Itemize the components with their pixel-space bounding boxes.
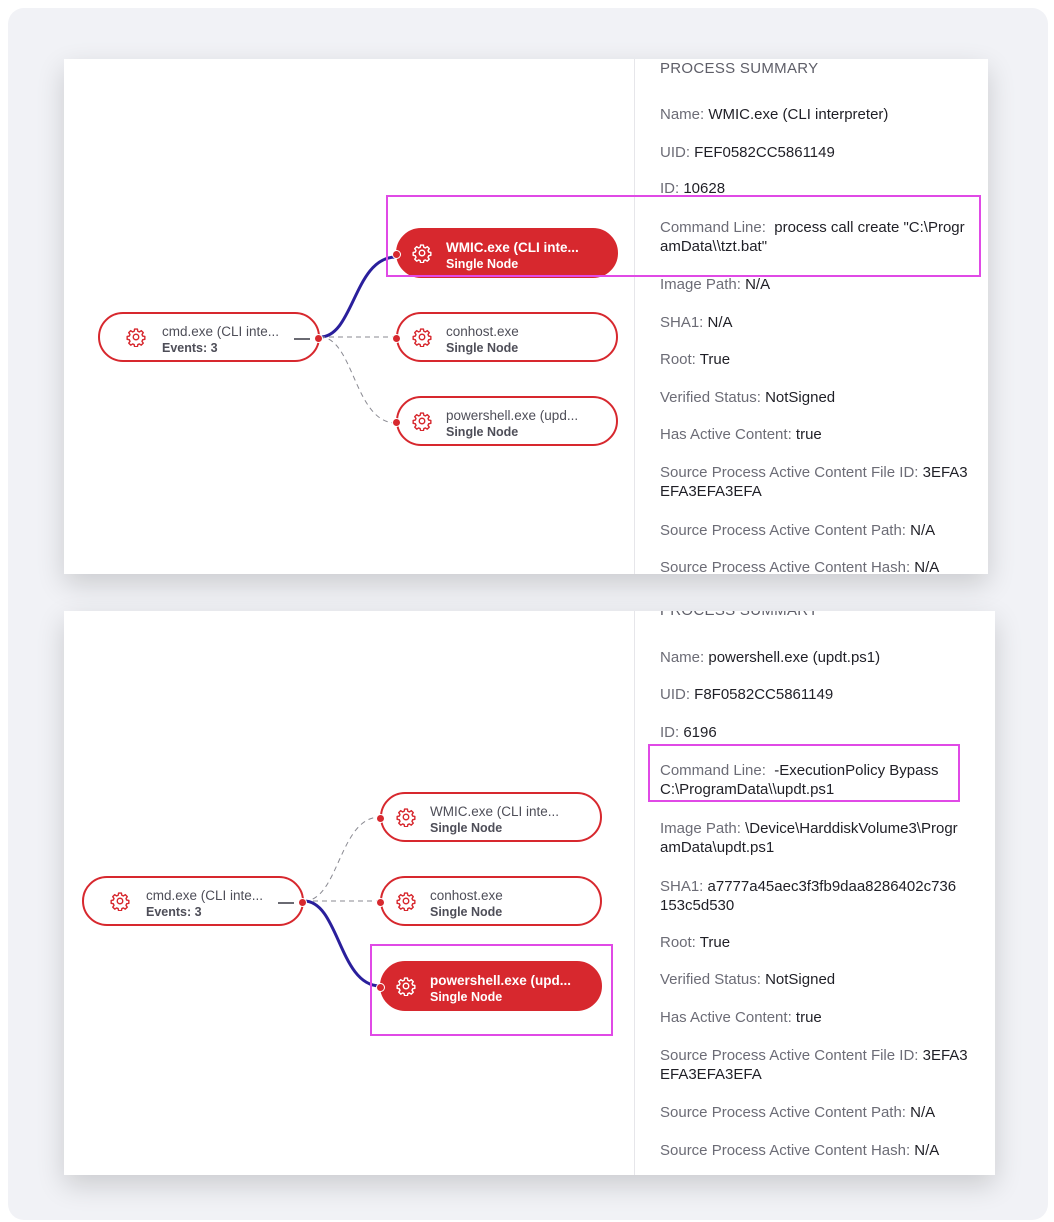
node-subtitle: Single Node bbox=[446, 425, 519, 439]
edge-root-to-powershell bbox=[319, 336, 397, 424]
summary-title: PROCESS SUMMARY bbox=[660, 611, 818, 619]
summary-field-uid: UID: F8F0582CC5861149 bbox=[660, 686, 834, 703]
gear-icon bbox=[412, 327, 432, 347]
node-title: conhost.exe bbox=[430, 888, 503, 903]
node-subtitle: Single Node bbox=[446, 341, 519, 355]
node-title: conhost.exe bbox=[446, 324, 519, 339]
summary-field-active-content-file-id: Source Process Active Content File ID: 3… bbox=[660, 464, 968, 500]
summary-field-active-content: Has Active Content: true bbox=[660, 426, 822, 443]
graph-node-cmd[interactable]: cmd.exe (CLI inte... Events: 3 bbox=[98, 312, 323, 362]
summary-field-image-path: Image Path: N/A bbox=[660, 276, 771, 293]
process-tree-graph[interactable]: cmd.exe (CLI inte... Events: 3 WMIC.exe … bbox=[64, 59, 632, 574]
gear-icon bbox=[110, 891, 130, 911]
summary-field-sha1: SHA1: N/A bbox=[660, 314, 733, 331]
summary-field-active-content: Has Active Content: true bbox=[660, 1009, 822, 1026]
process-summary-panel[interactable]: PROCESS SUMMARY Name: WMIC.exe (CLI inte… bbox=[634, 59, 988, 574]
summary-field-verified-status: Verified Status: NotSigned bbox=[660, 389, 836, 406]
graph-node-wmic[interactable]: WMIC.exe (CLI inte... Single Node bbox=[376, 792, 602, 842]
node-title: WMIC.exe (CLI inte... bbox=[430, 804, 560, 819]
process-summary-panel[interactable]: PROCESS SUMMARY Name: powershell.exe (up… bbox=[634, 611, 995, 1175]
gear-icon bbox=[126, 327, 146, 347]
node-port bbox=[376, 898, 385, 907]
graph-node-powershell[interactable]: powershell.exe (upd... Single Node bbox=[392, 396, 618, 446]
node-port bbox=[392, 418, 401, 427]
node-subtitle: Single Node bbox=[430, 905, 503, 919]
node-port bbox=[376, 814, 385, 823]
node-port bbox=[314, 334, 323, 343]
process-graph-panel-1: cmd.exe (CLI inte... Events: 3 WMIC.exe … bbox=[64, 59, 988, 574]
edge-root-to-powershell bbox=[303, 899, 381, 988]
node-title: powershell.exe (upd... bbox=[446, 408, 579, 423]
summary-field-active-content-path: Source Process Active Content Path: N/A bbox=[660, 1104, 936, 1121]
summary-field-uid: UID: FEF0582CC5861149 bbox=[660, 144, 835, 161]
node-port bbox=[392, 334, 401, 343]
summary-field-root: Root: True bbox=[660, 351, 731, 368]
graph-node-conhost[interactable]: conhost.exe Single Node bbox=[392, 312, 618, 362]
node-subtitle: Events: 3 bbox=[162, 341, 218, 355]
summary-field-active-content-hash: Source Process Active Content Hash: N/A bbox=[660, 559, 940, 574]
edge-root-to-wmic bbox=[319, 255, 397, 339]
summary-field-root: Root: True bbox=[660, 934, 731, 951]
summary-field-name: Name: WMIC.exe (CLI interpreter) bbox=[660, 106, 889, 123]
node-port bbox=[298, 898, 307, 907]
node-title: cmd.exe (CLI inte... bbox=[146, 888, 264, 903]
highlight-box-command-line bbox=[648, 744, 960, 802]
summary-field-id: ID: 6196 bbox=[660, 724, 717, 741]
collapse-handle[interactable] bbox=[278, 902, 294, 904]
summary-field-active-content-file-id: Source Process Active Content File ID: 3… bbox=[660, 1047, 968, 1083]
summary-title: PROCESS SUMMARY bbox=[660, 60, 819, 77]
summary-field-name: Name: powershell.exe (updt.ps1) bbox=[660, 649, 881, 666]
summary-field-active-content-path: Source Process Active Content Path: N/A bbox=[660, 522, 936, 539]
highlight-box-selected-node bbox=[370, 944, 613, 1036]
process-tree-graph[interactable]: cmd.exe (CLI inte... Events: 3 WMIC.exe … bbox=[64, 611, 632, 1175]
summary-field-verified-status: Verified Status: NotSigned bbox=[660, 971, 836, 988]
process-graph-panel-2: cmd.exe (CLI inte... Events: 3 WMIC.exe … bbox=[64, 611, 995, 1175]
graph-node-cmd[interactable]: cmd.exe (CLI inte... Events: 3 bbox=[82, 876, 307, 926]
node-subtitle: Events: 3 bbox=[146, 905, 202, 919]
summary-field-active-content-hash: Source Process Active Content Hash: N/A bbox=[660, 1142, 940, 1159]
highlight-box-command-line bbox=[386, 195, 981, 277]
node-subtitle: Single Node bbox=[430, 821, 503, 835]
graph-node-conhost[interactable]: conhost.exe Single Node bbox=[376, 876, 602, 926]
gear-icon bbox=[412, 411, 432, 431]
collapse-handle[interactable] bbox=[294, 338, 310, 340]
summary-field-image-path: Image Path: \Device\HarddiskVolume3\Prog… bbox=[660, 820, 958, 856]
edge-root-to-wmic bbox=[303, 816, 381, 902]
node-title: cmd.exe (CLI inte... bbox=[162, 324, 280, 339]
gear-icon bbox=[396, 807, 416, 827]
summary-field-sha1: SHA1: a7777a45aec3f3fb9daa8286402c736 15… bbox=[660, 878, 957, 914]
gear-icon bbox=[396, 891, 416, 911]
